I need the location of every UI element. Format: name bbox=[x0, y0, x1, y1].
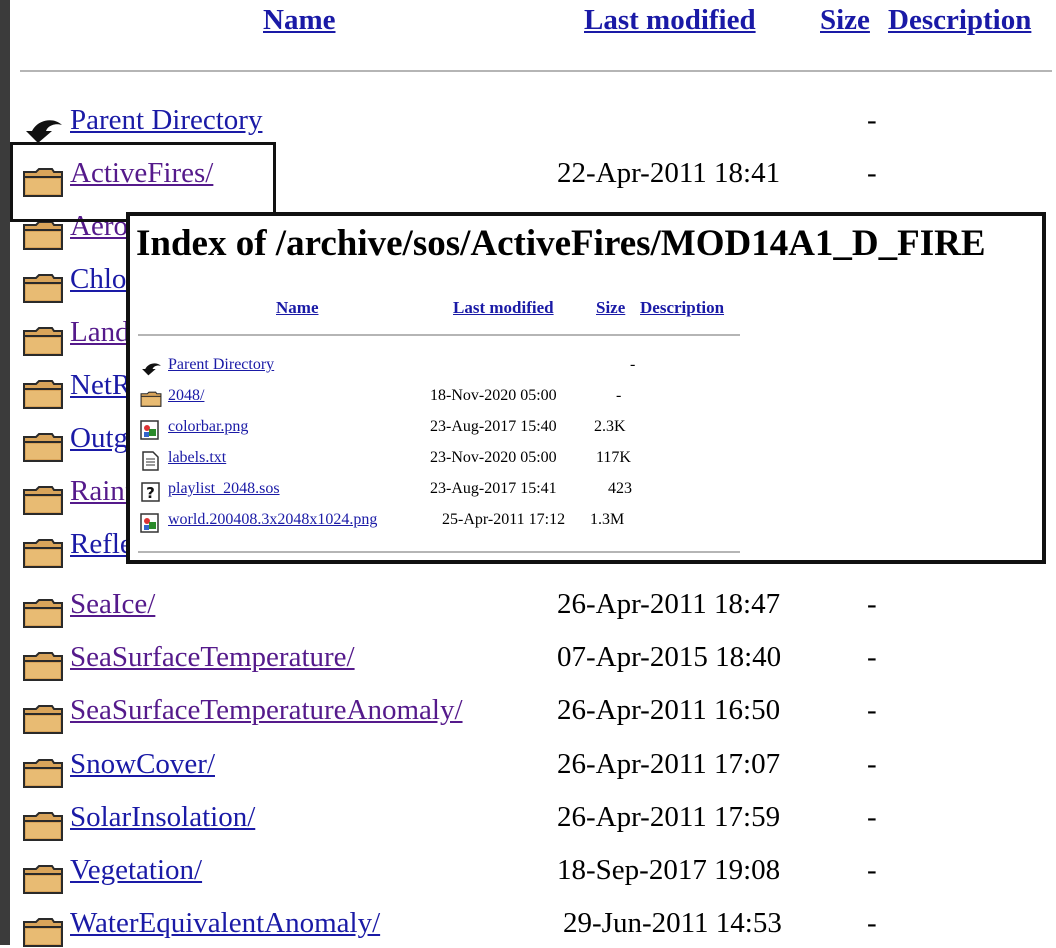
file-date: 22-Apr-2011 18:41 bbox=[557, 157, 781, 189]
popup-file-link[interactable]: Parent Directory bbox=[168, 356, 274, 374]
popup-list-item: labels.txt 23-Nov-2020 05:00 117K bbox=[130, 449, 1030, 473]
popup-list-item: 2048/ 18-Nov-2020 05:00 - bbox=[130, 387, 1030, 411]
image-file-icon bbox=[140, 420, 159, 440]
popup-file-link[interactable]: playlist_2048.sos bbox=[168, 480, 280, 498]
popup-file-date: 23-Nov-2020 05:00 bbox=[430, 449, 557, 466]
popup-file-size: - bbox=[630, 356, 636, 373]
popup-file-size: - bbox=[616, 387, 622, 404]
directory-preview-popup: Index of /archive/sos/ActiveFires/MOD14A… bbox=[126, 212, 1046, 564]
popup-file-date: 25-Apr-2011 17:12 bbox=[442, 511, 566, 528]
file-date: 07-Apr-2015 18:40 bbox=[557, 641, 782, 673]
popup-file-link[interactable]: 2048/ bbox=[168, 387, 204, 405]
popup-file-date: 18-Nov-2020 05:00 bbox=[430, 387, 557, 404]
back-arrow-icon bbox=[142, 363, 161, 376]
folder-icon bbox=[23, 327, 63, 356]
file-size: - bbox=[867, 641, 877, 673]
column-header-last-modified[interactable]: Last modified bbox=[584, 4, 756, 37]
folder-icon bbox=[23, 759, 63, 788]
list-item: SnowCover/ 26-Apr-2011 17:07 - bbox=[0, 748, 1056, 788]
file-size: - bbox=[867, 907, 877, 939]
unknown-file-icon: ? bbox=[141, 482, 160, 502]
popup-file-size: 423 bbox=[608, 480, 632, 497]
file-link[interactable]: SeaSurfaceTemperature/ bbox=[70, 641, 355, 674]
file-size: - bbox=[867, 588, 877, 620]
column-header-name[interactable]: Name bbox=[263, 4, 335, 37]
file-link[interactable]: Parent Directory bbox=[70, 104, 262, 137]
folder-icon bbox=[23, 433, 63, 462]
folder-icon bbox=[23, 539, 63, 568]
file-size: - bbox=[867, 854, 877, 886]
column-header-size[interactable]: Size bbox=[820, 4, 870, 37]
folder-icon bbox=[23, 486, 63, 515]
svg-text:?: ? bbox=[146, 484, 155, 502]
file-size: - bbox=[867, 104, 877, 136]
popup-list-item: Parent Directory - bbox=[130, 356, 1030, 380]
file-size: - bbox=[867, 748, 877, 780]
popup-file-date: 23-Aug-2017 15:40 bbox=[430, 418, 557, 435]
file-size: - bbox=[867, 801, 877, 833]
popup-column-header-description[interactable]: Description bbox=[640, 298, 724, 318]
file-date: 26-Apr-2011 17:59 bbox=[557, 801, 781, 833]
popup-list-item: colorbar.png 23-Aug-2017 15:40 2.3K bbox=[130, 418, 1030, 442]
folder-icon bbox=[140, 391, 162, 407]
folder-icon bbox=[23, 221, 63, 250]
header-divider bbox=[20, 70, 1052, 72]
list-item: SeaSurfaceTemperatureAnomaly/ 26-Apr-201… bbox=[0, 694, 1056, 734]
folder-icon bbox=[23, 918, 63, 947]
folder-icon bbox=[23, 865, 63, 894]
popup-file-date: 23-Aug-2017 15:41 bbox=[430, 480, 557, 497]
popup-column-header-last-modified[interactable]: Last modified bbox=[453, 298, 554, 318]
file-link[interactable]: SnowCover/ bbox=[70, 748, 215, 781]
file-date: 26-Apr-2011 17:07 bbox=[557, 748, 781, 780]
popup-file-link[interactable]: world.200408.3x2048x1024.png bbox=[168, 511, 377, 529]
popup-footer-divider bbox=[138, 551, 740, 553]
list-item: WaterEquivalentAnomaly/ 29-Jun-2011 14:5… bbox=[0, 907, 1056, 947]
folder-icon bbox=[23, 812, 63, 841]
file-date: 29-Jun-2011 14:53 bbox=[563, 907, 782, 939]
file-date: 26-Apr-2011 18:47 bbox=[557, 588, 781, 620]
file-link[interactable]: Vegetation/ bbox=[70, 854, 202, 887]
file-link[interactable]: SeaSurfaceTemperatureAnomaly/ bbox=[70, 694, 463, 727]
file-size: - bbox=[867, 694, 877, 726]
folder-icon bbox=[23, 705, 63, 734]
list-item: Vegetation/ 18-Sep-2017 19:08 - bbox=[0, 854, 1056, 894]
popup-file-link[interactable]: labels.txt bbox=[168, 449, 226, 467]
popup-file-size: 2.3K bbox=[594, 418, 626, 435]
file-link[interactable]: WaterEquivalentAnomaly/ bbox=[70, 907, 380, 940]
list-item: Parent Directory - bbox=[0, 104, 1056, 144]
file-link[interactable]: SolarInsolation/ bbox=[70, 801, 255, 834]
back-arrow-icon bbox=[26, 120, 62, 143]
popup-list-item: ? playlist_2048.sos 23-Aug-2017 15:41 42… bbox=[130, 480, 1030, 504]
popup-column-header-name[interactable]: Name bbox=[276, 298, 318, 318]
popup-file-size: 117K bbox=[596, 449, 631, 466]
folder-icon bbox=[23, 380, 63, 409]
popup-file-link[interactable]: colorbar.png bbox=[168, 418, 248, 436]
list-item: SeaIce/ 26-Apr-2011 18:47 - bbox=[0, 588, 1056, 628]
popup-column-header-size[interactable]: Size bbox=[596, 298, 625, 318]
folder-icon bbox=[23, 274, 63, 303]
highlight-box bbox=[10, 142, 276, 222]
popup-list-item: world.200408.3x2048x1024.png 25-Apr-2011… bbox=[130, 511, 1030, 535]
column-header-description[interactable]: Description bbox=[888, 4, 1031, 37]
file-date: 26-Apr-2011 16:50 bbox=[557, 694, 781, 726]
image-file-icon bbox=[140, 513, 159, 533]
folder-icon bbox=[23, 652, 63, 681]
popup-header-divider bbox=[138, 334, 740, 336]
popup-title: Index of /archive/sos/ActiveFires/MOD14A… bbox=[136, 223, 986, 264]
list-item: SeaSurfaceTemperature/ 07-Apr-2015 18:40… bbox=[0, 641, 1056, 681]
list-item: SolarInsolation/ 26-Apr-2011 17:59 - bbox=[0, 801, 1056, 841]
folder-icon bbox=[23, 599, 63, 628]
file-link[interactable]: SeaIce/ bbox=[70, 588, 155, 621]
text-file-icon bbox=[142, 451, 159, 471]
popup-file-size: 1.3M bbox=[590, 511, 625, 528]
file-size: - bbox=[867, 157, 877, 189]
file-date: 18-Sep-2017 19:08 bbox=[557, 854, 781, 886]
